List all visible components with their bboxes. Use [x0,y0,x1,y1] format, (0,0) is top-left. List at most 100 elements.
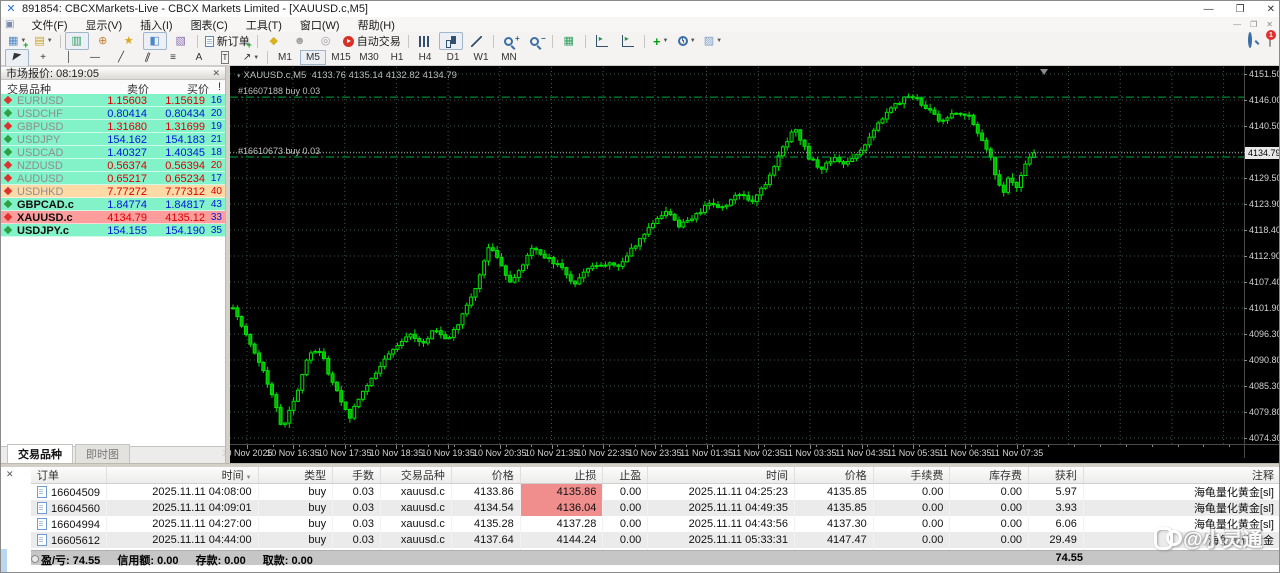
channel-tool-button[interactable]: ∥ [135,49,159,67]
order-row[interactable]: 166056122025.11.11 04:44:00buy0.03xauusd… [31,532,1280,548]
chart-window[interactable]: #16607188 buy 0.03#16610673 buy 0.03 ▾XA… [230,66,1280,463]
chevron-down-icon[interactable]: ▼ [663,38,669,44]
tab-tick-chart[interactable]: 即时图 [75,444,130,463]
terminal-column-header[interactable]: 获利 [1029,467,1084,484]
timeframe-m30-button[interactable]: M30 [356,50,382,65]
navigator-button[interactable]: ★ [117,32,141,50]
market-watch-row[interactable]: USDJPY.c154.155154.19035 [1,224,225,237]
metaeditor-button[interactable]: ◆ [262,32,286,50]
market-watch-button[interactable]: ▥ [65,32,89,50]
chart-line-button[interactable] [465,32,489,50]
data-window-button[interactable]: ⊕ [91,32,115,50]
market-watch-row[interactable]: USDHKD7.772727.7731240 [1,185,225,198]
timeframe-w1-button[interactable]: W1 [468,50,494,65]
timeframe-m15-button[interactable]: M15 [328,50,354,65]
indicators-button[interactable]: +▼ [649,32,673,50]
timeframe-m5-button[interactable]: M5 [300,50,326,65]
market-watch-row[interactable]: XAUUSD.c4134.794135.1233 [1,211,225,224]
profiles-button[interactable]: ▤▼ [31,32,55,50]
zoom-out-button[interactable]: − [524,32,548,50]
terminal-column-header[interactable]: 类型 [258,467,333,484]
market-watch-row[interactable]: GBPCAD.c1.847741.8481743 [1,198,225,211]
crosshair-tool-button[interactable]: + [31,49,55,67]
close-icon[interactable]: ✕ [1267,4,1275,15]
chevron-down-icon[interactable]: ▼ [716,38,722,44]
timeframe-m1-button[interactable]: M1 [272,50,298,65]
autotrading-button[interactable]: 自动交易 [340,32,404,50]
timeframe-d1-button[interactable]: D1 [440,50,466,65]
terminal-column-header[interactable]: 注释 [1083,467,1280,484]
fibonacci-tool-button[interactable]: ≡ [161,49,185,67]
terminal-column-header[interactable]: 订单 [31,467,106,484]
tile-windows-button[interactable]: ▦ [557,32,581,50]
vertical-line-tool-button[interactable]: │ [57,49,81,67]
market-watch-row[interactable]: USDCAD1.403271.4034518 [1,146,225,159]
minimize-icon[interactable]: — [1204,4,1214,15]
restore-child-icon[interactable]: ❐ [1250,20,1257,29]
request-quotes-button[interactable]: ☻ [288,32,312,50]
strategy-tester-button[interactable]: ▧ [169,32,193,50]
terminal-column-header[interactable]: 时间▼ [106,467,258,484]
trendline-tool-button[interactable]: ╱ [109,49,133,67]
chart-shift-button[interactable] [616,32,640,50]
terminal-column-header[interactable]: 交易品种 [381,467,452,484]
mdi-child-controls[interactable]: — ❐ ✕ [1233,20,1273,29]
new-chart-button[interactable]: ▦+▼ [5,32,29,50]
auto-scroll-button[interactable] [590,32,614,50]
market-watch-row[interactable]: GBPUSD1.316801.3169919 [1,120,225,133]
order-row[interactable]: 166045092025.11.11 04:08:00buy0.03xauusd… [31,484,1280,501]
menu-item[interactable]: 显示(V) [77,20,132,32]
minimize-child-icon[interactable]: — [1233,20,1241,29]
search-button[interactable] [1248,34,1255,46]
chart-candles-button[interactable] [439,32,463,50]
new-order-button[interactable]: +新订单 [202,32,253,50]
terminal-column-header[interactable]: 手数 [333,467,381,484]
chart-restore-icon[interactable]: ▣ [5,19,14,30]
close-child-icon[interactable]: ✕ [1266,20,1273,29]
menu-item[interactable]: 帮助(H) [349,20,404,32]
timeframe-h4-button[interactable]: H4 [412,50,438,65]
table-header-row[interactable]: 订单时间▼类型手数交易品种价格止损止盈时间价格手续费库存费获利注释 [31,467,1280,484]
cursor-tool-button[interactable]: ◤ [5,49,29,67]
order-row[interactable]: 166045602025.11.11 04:09:01buy0.03xauusd… [31,500,1280,516]
terminal-column-header[interactable]: 止盈 [603,467,648,484]
market-watch-row[interactable]: USDJPY154.162154.18321 [1,133,225,146]
close-icon[interactable]: ✕ [212,68,220,79]
templates-button[interactable]: ▨▼ [701,32,725,50]
terminal-column-header[interactable]: 手续费 [873,467,950,484]
terminal-column-header[interactable]: 价格 [451,467,520,484]
one-click-trading-icon[interactable]: ▾ [237,73,241,80]
market-watch-header[interactable]: 市场报价: 08:19:05 ✕ [1,67,225,80]
periods-button[interactable]: ▼ [675,32,699,50]
column-header[interactable]: ! [197,81,221,93]
order-row[interactable]: 166049942025.11.11 04:27:00buy0.03xauusd… [31,516,1280,532]
menu-item[interactable]: 工具(T) [237,20,291,32]
chevron-down-icon[interactable]: ▼ [253,55,259,61]
menu-item[interactable]: 文件(F) [22,20,76,32]
terminal-toggle-button[interactable]: ◧ [143,32,167,50]
shapes-tool-button[interactable]: ↗▼ [239,49,263,67]
text-tool-button[interactable]: A [187,49,211,67]
timeframe-h1-button[interactable]: H1 [384,50,410,65]
notifications-button[interactable]: 1 [1269,34,1271,46]
community-button[interactable]: ◎ [314,32,338,50]
tab-symbols[interactable]: 交易品种 [7,444,73,463]
market-watch-row[interactable]: NZDUSD0.563740.5639420 [1,159,225,172]
market-watch-row[interactable]: AUDUSD0.652170.6523417 [1,172,225,185]
horizontal-line-tool-button[interactable]: — [83,49,107,67]
price-chart[interactable]: #16607188 buy 0.03#16610673 buy 0.03 [230,67,1244,444]
menu-item[interactable]: 插入(I) [131,20,181,32]
market-watch-row[interactable]: EURUSD1.156031.1561916 [1,94,225,107]
terminal-column-header[interactable]: 时间 [648,467,795,484]
close-icon[interactable]: ✕ [6,469,14,480]
menu-item[interactable]: 图表(C) [182,20,237,32]
timeframe-mn-button[interactable]: MN [496,50,522,65]
chevron-down-icon[interactable]: ▼ [690,38,696,44]
terminal-column-header[interactable]: 库存费 [950,467,1029,484]
terminal-column-header[interactable]: 价格 [794,467,873,484]
terminal-column-header[interactable]: 止损 [520,467,603,484]
menu-item[interactable]: 窗口(W) [291,20,349,32]
restore-icon[interactable]: ❐ [1236,4,1245,15]
chevron-down-icon[interactable]: ▼ [47,38,53,44]
market-watch-row[interactable]: USDCHF0.804140.8043420 [1,107,225,120]
